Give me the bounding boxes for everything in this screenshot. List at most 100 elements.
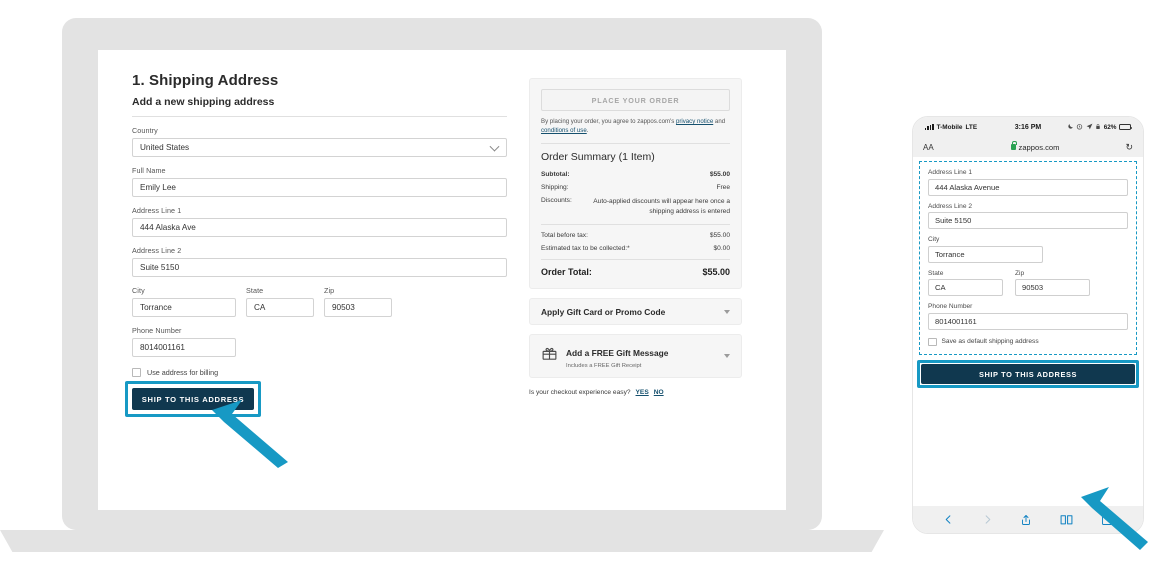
phone-label-phone: Phone Number [928, 303, 973, 310]
feedback-yes-link[interactable]: YES [636, 389, 649, 396]
apply-gift-card-promo-section[interactable]: Apply Gift Card or Promo Code [529, 298, 742, 326]
place-your-order-button[interactable]: PLACE YOUR ORDER [541, 89, 730, 111]
reload-icon[interactable]: ↻ [1121, 142, 1133, 153]
phone-address2-input[interactable]: Suite 5150 [928, 212, 1128, 229]
status-time: 3:16 PM [1014, 123, 1042, 131]
field-address1: Address Line 1 444 Alaska Ave [132, 206, 507, 237]
feedback-question: Is your checkout experience easy? [529, 389, 631, 397]
battery-icon [1119, 124, 1133, 130]
phone-field-address1: Address Line 1 444 Alaska Avenue [928, 169, 1128, 196]
label-city: City [132, 286, 145, 295]
field-country: Country United States [132, 126, 507, 157]
feedback-no-link[interactable]: NO [654, 389, 664, 396]
phone-status-bar: T-Mobile LTE 3:16 PM 62% [913, 117, 1143, 137]
phone-zip-input[interactable]: 90503 [1015, 279, 1090, 296]
chevron-down-icon [489, 141, 500, 152]
text-size-button[interactable]: AA [923, 143, 949, 152]
summary-row-discounts: Discounts: Auto-applied discounts will a… [541, 197, 730, 217]
phone-ship-button-wrapper: SHIP TO THIS ADDRESS [917, 360, 1139, 388]
zip-input[interactable]: 90503 [324, 298, 392, 317]
label-state: State [246, 286, 264, 295]
phone-default-address-checkbox-row[interactable]: Save as default shipping address [928, 337, 1128, 346]
total-before-tax-label: Total before tax: [541, 232, 588, 240]
chevron-down-icon [724, 354, 730, 359]
billing-checkbox-row[interactable]: Use address for billing [132, 368, 507, 377]
label-zip: Zip [324, 286, 335, 295]
gift-message-title: Add a FREE Gift Message [566, 348, 669, 359]
phone-label-zip: Zip [1015, 269, 1025, 277]
annotation-arrow-phone [1078, 484, 1150, 556]
phone-field-phone: Phone Number 8014001161 [928, 303, 1128, 330]
phone-phone-input[interactable]: 8014001161 [928, 312, 1128, 330]
legal-mid: and [713, 118, 726, 125]
back-icon[interactable] [943, 513, 954, 526]
gift-box-icon [541, 345, 558, 367]
phone-mockup: T-Mobile LTE 3:16 PM 62% AA zappos.com ↻… [912, 116, 1144, 534]
promo-label: Apply Gift Card or Promo Code [541, 306, 666, 317]
order-summary-title: Order Summary (1 Item) [541, 150, 655, 163]
billing-checkbox[interactable] [132, 368, 141, 377]
phone-field-city: City Torrance [928, 236, 1128, 263]
address1-input[interactable]: 444 Alaska Ave [132, 218, 507, 237]
field-fullname: Full Name Emily Lee [132, 166, 507, 197]
country-select[interactable]: United States [132, 138, 507, 157]
estimated-tax-label: Estimated tax to be collected:* [541, 245, 630, 253]
summary-row-estimated-tax: Estimated tax to be collected:* $0.00 [541, 245, 730, 252]
order-summary-column: PLACE YOUR ORDER By placing your order, … [529, 72, 742, 510]
address2-input[interactable]: Suite 5150 [132, 258, 507, 277]
lock-rotation-icon [1095, 123, 1101, 132]
field-state: State CA [246, 286, 314, 317]
phone-address1-input[interactable]: 444 Alaska Avenue [928, 178, 1128, 196]
screenshot-stage: 1. Shipping Address Add a new shipping a… [0, 0, 1150, 578]
gift-message-text: Add a FREE Gift Message Includes a FREE … [566, 343, 716, 369]
order-total-value: $55.00 [702, 267, 730, 278]
phone-field-zip: Zip 90503 [1015, 270, 1090, 304]
phone-ship-to-this-address-button[interactable]: SHIP TO THIS ADDRESS [921, 364, 1135, 384]
url-text: zappos.com [1018, 142, 1060, 152]
phone-url-bar[interactable]: AA zappos.com ↻ [913, 137, 1143, 157]
field-city: City Torrance [132, 286, 236, 317]
billing-checkbox-label: Use address for billing [147, 368, 219, 377]
carrier-label: T-Mobile [936, 123, 963, 131]
order-summary-card: PLACE YOUR ORDER By placing your order, … [529, 78, 742, 290]
status-left-group: T-Mobile LTE [925, 123, 1015, 131]
subtotal-label: Subtotal: [541, 170, 570, 178]
total-before-tax-value: $55.00 [709, 232, 730, 240]
bookmarks-icon[interactable] [1060, 513, 1073, 526]
conditions-of-use-link[interactable]: conditions of use [541, 127, 587, 134]
address-field[interactable]: zappos.com [949, 141, 1121, 152]
divider [541, 224, 730, 226]
legal-text: By placing your order, you agree to zapp… [541, 117, 730, 136]
alarm-icon [1076, 123, 1083, 132]
fullname-input[interactable]: Emily Lee [132, 178, 507, 197]
phone-default-address-label: Save as default shipping address [941, 338, 1039, 346]
share-icon[interactable] [1020, 513, 1032, 527]
state-input[interactable]: CA [246, 298, 314, 317]
estimated-tax-value: $0.00 [713, 245, 730, 253]
annotation-arrow-desktop [208, 396, 294, 468]
city-input[interactable]: Torrance [132, 298, 236, 317]
phone-state-input[interactable]: CA [928, 279, 1003, 296]
moon-icon [1067, 123, 1074, 132]
field-address2: Address Line 2 Suite 5150 [132, 246, 507, 277]
gift-message-subtitle: Includes a FREE Gift Receipt [566, 363, 642, 370]
feedback-row: Is your checkout experience easy? YES NO [529, 389, 742, 396]
phone-default-address-checkbox[interactable] [928, 337, 937, 346]
gift-message-section[interactable]: Add a FREE Gift Message Includes a FREE … [529, 334, 742, 379]
phone-screen: T-Mobile LTE 3:16 PM 62% AA zappos.com ↻… [912, 116, 1144, 534]
privacy-notice-link[interactable]: privacy notice [676, 118, 713, 125]
laptop-mockup: 1. Shipping Address Add a new shipping a… [0, 18, 884, 552]
order-total-label: Order Total: [541, 267, 592, 278]
location-arrow-icon [1086, 123, 1093, 132]
forward-icon [982, 513, 993, 526]
label-address2: Address Line 2 [132, 246, 182, 255]
phone-shipping-form: Address Line 1 444 Alaska Avenue Address… [919, 161, 1137, 355]
phone-city-input[interactable]: Torrance [928, 245, 1043, 263]
laptop-base [0, 530, 884, 552]
discounts-label: Discounts: [541, 196, 572, 204]
summary-row-shipping: Shipping: Free [541, 184, 730, 191]
summary-row-subtotal: Subtotal: $55.00 [541, 171, 730, 178]
phone-field-address2: Address Line 2 Suite 5150 [928, 203, 1128, 229]
order-total-row: Order Total: $55.00 [541, 267, 730, 277]
phone-input[interactable]: 8014001161 [132, 338, 236, 357]
